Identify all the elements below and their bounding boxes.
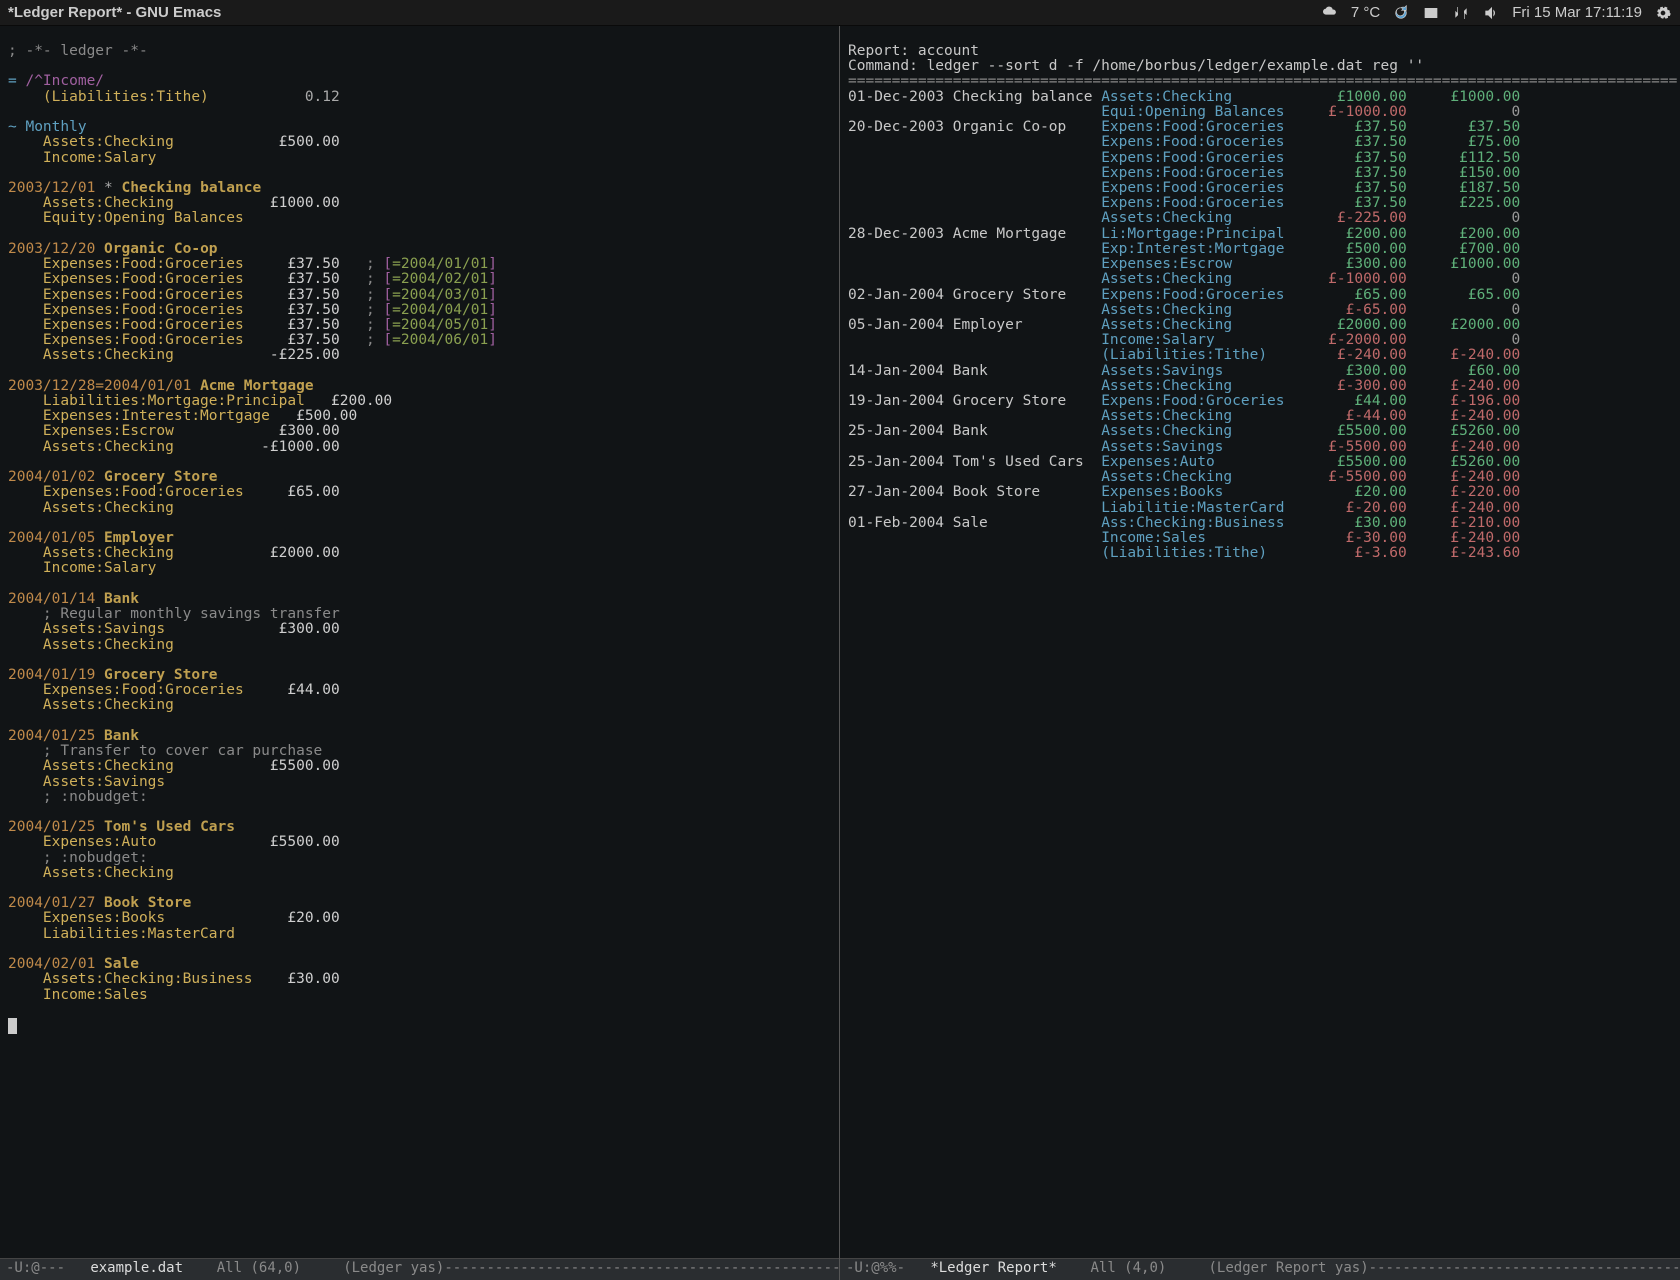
emacs-frame: ; -*- ledger -*- = /^Income/ (Liabilitie… [0,26,1680,1280]
network-icon[interactable] [1452,4,1470,22]
report-separator: ========================================… [848,74,1672,89]
report-row: Assets:Checking £-65.00 0 [848,303,1672,318]
weather-text: 7 °C [1351,5,1380,21]
report-row: Expens:Food:Groceries £37.50 £75.00 [848,135,1672,150]
report-row: Assets:Checking £-1000.00 0 [848,272,1672,287]
report-row: Assets:Savings £-5500.00 £-240.00 [848,440,1672,455]
settings-icon[interactable] [1654,4,1672,22]
report-row: 05-Jan-2004 Employer Assets:Checking £20… [848,318,1672,333]
modeline-bufname: *Ledger Report* [930,1260,1056,1276]
modeline-modes: (Ledger Report yas) [1208,1260,1368,1276]
report-row: Expenses:Escrow £300.00 £1000.00 [848,257,1672,272]
modeline-flags: -U:@--- [6,1260,65,1276]
report-title: Report: account [848,44,1672,59]
window-title: *Ledger Report* - GNU Emacs [8,5,221,21]
report-row: 01-Dec-2003 Checking balance Assets:Chec… [848,90,1672,105]
report-row: Assets:Checking £-5500.00 £-240.00 [848,470,1672,485]
report-row: Income:Salary £-2000.00 0 [848,333,1672,348]
modeline-right: -U:@%%- *Ledger Report* All (4,0) (Ledge… [840,1258,1680,1280]
report-row: 20-Dec-2003 Organic Co-op Expens:Food:Gr… [848,120,1672,135]
report-row: Assets:Checking £-44.00 £-240.00 [848,409,1672,424]
mail-icon[interactable] [1422,4,1440,22]
report-row: 27-Jan-2004 Book Store Expenses:Books £2… [848,485,1672,500]
modeline-bufname: example.dat [90,1260,183,1276]
buffer-example-dat[interactable]: ; -*- ledger -*- = /^Income/ (Liabilitie… [0,26,840,1280]
report-row: (Liabilities:Tithe) £-240.00 £-240.00 [848,348,1672,363]
report-row: Assets:Checking £-225.00 0 [848,211,1672,226]
modeline-modes: (Ledger yas) [343,1260,444,1276]
report-row: Expens:Food:Groceries £37.50 £112.50 [848,151,1672,166]
report-row: 19-Jan-2004 Grocery Store Expens:Food:Gr… [848,394,1672,409]
desktop-topbar: *Ledger Report* - GNU Emacs 7 °C Fri 15 … [0,0,1680,26]
text-cursor [8,1018,17,1034]
ledger-source[interactable]: ; -*- ledger -*- = /^Income/ (Liabilitie… [0,44,839,1258]
refresh-icon[interactable] [1392,4,1410,22]
weather-icon [1321,4,1339,22]
report-row: (Liabilities:Tithe) £-3.60 £-243.60 [848,546,1672,561]
report-row: Expens:Food:Groceries £37.50 £225.00 [848,196,1672,211]
modeline-pos: All (4,0) [1090,1260,1166,1276]
report-row: Expens:Food:Groceries £37.50 £150.00 [848,166,1672,181]
modeline-left: -U:@--- example.dat All (64,0) (Ledger y… [0,1258,839,1280]
report-row: 25-Jan-2004 Tom's Used Cars Expenses:Aut… [848,455,1672,470]
report-row: 14-Jan-2004 Bank Assets:Savings £300.00 … [848,364,1672,379]
report-row: 01-Feb-2004 Sale Ass:Checking:Business £… [848,516,1672,531]
report-row: Expens:Food:Groceries £37.50 £187.50 [848,181,1672,196]
report-row: Liabilitie:MasterCard £-20.00 £-240.00 [848,501,1672,516]
report-row: Income:Sales £-30.00 £-240.00 [848,531,1672,546]
buffer-ledger-report[interactable]: Report: account Command: ledger --sort d… [840,26,1680,1280]
system-tray: 7 °C Fri 15 Mar 17:11:19 [1321,4,1672,22]
report-row: Exp:Interest:Mortgage £500.00 £700.00 [848,242,1672,257]
report-command: Command: ledger --sort d -f /home/borbus… [848,59,1672,74]
report-row: 28-Dec-2003 Acme Mortgage Li:Mortgage:Pr… [848,227,1672,242]
clock: Fri 15 Mar 17:11:19 [1512,5,1642,21]
report-row: 25-Jan-2004 Bank Assets:Checking £5500.0… [848,424,1672,439]
report-row: 02-Jan-2004 Grocery Store Expens:Food:Gr… [848,288,1672,303]
report-row: Assets:Checking £-300.00 £-240.00 [848,379,1672,394]
ledger-report[interactable]: Report: account Command: ledger --sort d… [840,44,1680,1258]
report-row: Equi:Opening Balances £-1000.00 0 [848,105,1672,120]
modeline-flags: -U:@%%- [846,1260,905,1276]
volume-icon[interactable] [1482,4,1500,22]
modeline-pos: All (64,0) [217,1260,301,1276]
